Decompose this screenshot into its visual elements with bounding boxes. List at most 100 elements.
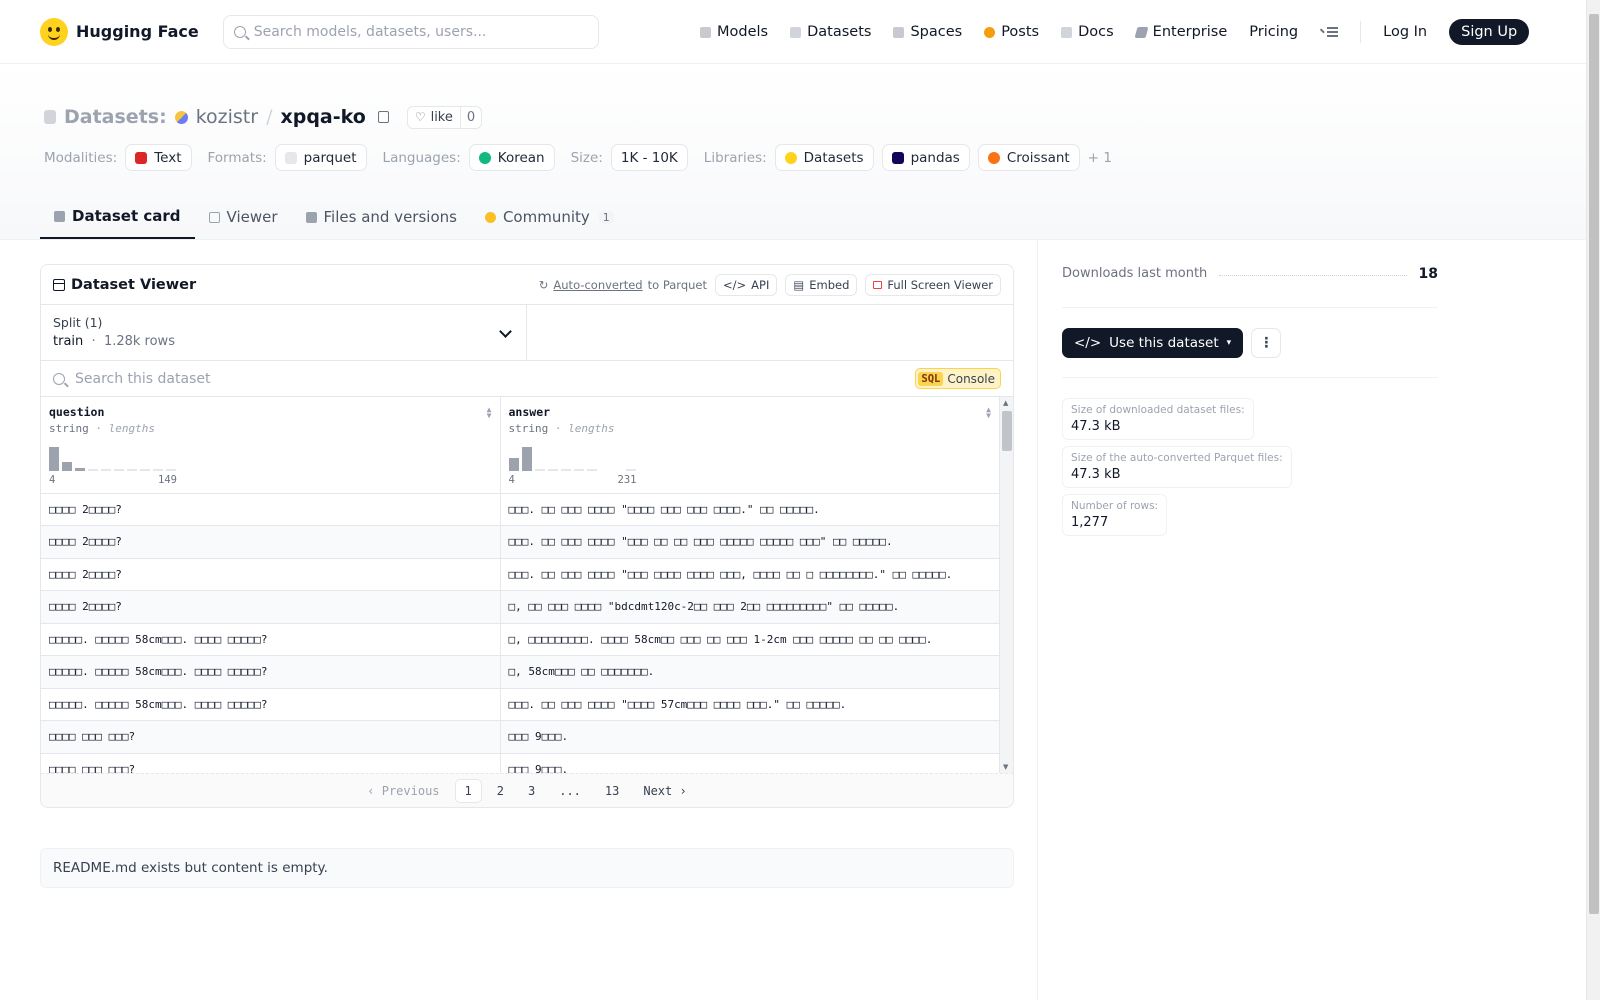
histogram-bar[interactable] [586, 469, 597, 471]
histogram-bar[interactable] [114, 469, 124, 471]
histogram-bar[interactable] [62, 462, 72, 471]
tag-pandas[interactable]: pandas [881, 144, 970, 171]
page-13-button[interactable]: 13 [596, 780, 628, 802]
tag-parquet[interactable]: parquet [274, 144, 367, 171]
table-cell[interactable]: □□□□□. □□□□□ 58cm□□□. □□□□ □□□□□? [41, 655, 500, 689]
histogram-bar[interactable] [625, 469, 636, 471]
histogram-bar[interactable] [534, 469, 545, 471]
histogram-bar[interactable] [49, 447, 59, 471]
more-options-icon[interactable]: ⋮ [1251, 327, 1282, 358]
table-cell[interactable]: □□□□□. □□□□□ 58cm□□□. □□□□ □□□□□? [41, 688, 500, 721]
scrollbar-thumb[interactable] [1002, 411, 1012, 451]
nav-models[interactable]: Models [700, 24, 768, 40]
page-2-button[interactable]: 2 [488, 780, 513, 802]
table-cell[interactable]: □□□□ 2□□□□? [41, 558, 500, 591]
owner-link[interactable]: kozistr [196, 106, 258, 128]
table-cell[interactable]: □□□. □□ □□□ □□□□ "□□□□ □□□ □□□ □□□□." □□… [499, 493, 999, 526]
column-header-question[interactable]: question string · lengths 4 149 ▲ ▼ [41, 397, 500, 494]
global-search-input[interactable] [253, 23, 574, 40]
api-button[interactable]: </> API [715, 273, 778, 296]
use-dataset-button[interactable]: </> Use this dataset ▾ [1062, 327, 1244, 358]
table-cell[interactable]: □, □□□□□□□□□. □□□□ 58cm□□ □□□ □□ □□□ 1-2… [499, 623, 999, 656]
table-row[interactable]: □□□□□. □□□□□ 58cm□□□. □□□□ □□□□□? □, □□□□… [41, 623, 999, 656]
histogram-bar[interactable] [75, 468, 85, 471]
column-header-answer[interactable]: answer string · lengths 4 231 ▲ ▼ [499, 397, 999, 494]
table-scrollbar[interactable]: ▲ ▼ [999, 397, 1013, 773]
next-page-button[interactable]: Next › [634, 780, 695, 802]
table-row[interactable]: □□□□ 2□□□□? □□□. □□ □□□ □□□□ "□□□ □□□□ □□… [41, 558, 999, 591]
table-row[interactable]: □□□□ 2□□□□? □□□. □□ □□□ □□□□ "□□□ □□ □□ □… [41, 525, 999, 559]
page-scrollbar[interactable] [1586, 0, 1600, 1000]
tag-text[interactable]: Text [125, 144, 192, 171]
table-cell[interactable]: □□□ 9□□□. [499, 720, 999, 754]
login-link[interactable]: Log In [1383, 24, 1427, 40]
page-scrollbar-thumb[interactable] [1589, 14, 1599, 914]
copy-icon[interactable] [377, 111, 389, 123]
nav-more-menu[interactable] [1320, 26, 1339, 38]
tag-size[interactable]: 1K - 10K [610, 144, 688, 171]
split-selector[interactable]: Split (1) train · 1.28k rows [41, 305, 527, 360]
scroll-down-icon[interactable]: ▼ [1003, 763, 1008, 771]
global-search[interactable] [222, 14, 599, 49]
previous-page-button[interactable]: ‹ Previous [358, 780, 448, 802]
table-cell[interactable]: □□□□ 2□□□□? [41, 590, 500, 624]
scroll-up-icon[interactable]: ▲ [1003, 399, 1008, 407]
like-button[interactable]: ♡ like 0 [406, 105, 483, 129]
table-cell[interactable]: □□□. □□ □□□ □□□□ "□□□ □□□□ □□□□ □□□, □□□… [499, 558, 999, 591]
histogram-bar[interactable] [101, 469, 111, 471]
tab-files[interactable]: Files and versions [292, 195, 471, 239]
auto-converted-link[interactable]: Auto-converted [553, 278, 642, 292]
sql-console-button[interactable]: SQL Console [915, 368, 1001, 389]
sort-icon[interactable]: ▲ ▼ [986, 406, 991, 420]
histogram-bar[interactable] [140, 469, 150, 471]
dataset-search-input[interactable] [75, 370, 875, 387]
histogram-bar[interactable] [153, 469, 163, 471]
histogram-bar[interactable] [127, 469, 137, 471]
histogram-bar[interactable] [88, 469, 98, 471]
nav-posts[interactable]: Posts [984, 24, 1039, 40]
histogram-bar[interactable] [547, 469, 558, 471]
table-row[interactable]: □□□□□. □□□□□ 58cm□□□. □□□□ □□□□□? □, 58cm… [41, 655, 999, 689]
table-row[interactable]: □□□□ □□□ □□□? □□□ 9□□□. [41, 753, 999, 773]
table-cell[interactable]: □□□. □□ □□□ □□□□ "□□□□ 57cm□□□ □□□□ □□□.… [499, 688, 999, 721]
histogram-bar[interactable] [560, 469, 571, 471]
table-row[interactable]: □□□□ 2□□□□? □, □□ □□□ □□□□ "bdcdmt120c-2□… [41, 590, 999, 624]
nav-datasets[interactable]: Datasets [790, 24, 871, 40]
nav-docs[interactable]: Docs [1061, 24, 1114, 40]
table-cell[interactable]: □□□□ □□□ □□□? [41, 753, 500, 773]
table-cell[interactable]: □□□□ 2□□□□? [41, 525, 500, 559]
table-row[interactable]: □□□□ □□□ □□□? □□□ 9□□□. [41, 720, 999, 754]
dataset-name[interactable]: xpqa-ko [280, 106, 365, 128]
embed-button[interactable]: ▤ Embed [785, 273, 858, 296]
datasets-crumb[interactable]: Datasets: [64, 106, 167, 128]
nav-enterprise[interactable]: Enterprise [1134, 24, 1227, 40]
tag-korean[interactable]: Korean [468, 144, 555, 171]
nav-spaces[interactable]: Spaces [893, 24, 962, 40]
nav-pricing[interactable]: Pricing [1249, 24, 1298, 40]
table-row[interactable]: □□□□ 2□□□□? □□□. □□ □□□ □□□□ "□□□□ □□□ □□… [41, 493, 999, 526]
tag-datasets-lib[interactable]: Datasets [774, 144, 874, 171]
fullscreen-button[interactable]: Full Screen Viewer [865, 273, 1001, 296]
tab-dataset-card[interactable]: Dataset card [40, 195, 195, 239]
histogram-bar[interactable] [573, 469, 584, 471]
histogram-bar[interactable] [521, 447, 532, 471]
table-cell[interactable]: □□□. □□ □□□ □□□□ "□□□ □□ □□ □□□ □□□□□ □□… [499, 525, 999, 559]
more-libraries[interactable]: + 1 [1088, 150, 1112, 166]
sort-icon[interactable]: ▲ ▼ [487, 406, 492, 420]
signup-button[interactable]: Sign Up [1449, 19, 1530, 45]
tag-croissant[interactable]: Croissant [977, 144, 1080, 171]
brand-logo[interactable]: Hugging Face [40, 17, 199, 46]
table-row[interactable]: □□□□□. □□□□□ 58cm□□□. □□□□ □□□□□? □□□. □□… [41, 688, 999, 721]
page-3-button[interactable]: 3 [519, 780, 544, 802]
histogram-bar[interactable] [599, 469, 610, 471]
table-cell[interactable]: □, □□ □□□ □□□□ "bdcdmt120c-2□□ □□□ 2□□ □… [499, 590, 999, 624]
table-cell[interactable]: □□□□□. □□□□□ 58cm□□□. □□□□ □□□□□? [41, 623, 500, 656]
tab-viewer[interactable]: Viewer [195, 195, 292, 239]
histogram-bar[interactable] [166, 469, 176, 471]
table-cell[interactable]: □, 58cm□□□ □□ □□□□□□□. [499, 655, 999, 689]
table-cell[interactable]: □□□□ 2□□□□? [41, 493, 500, 526]
table-cell[interactable]: □□□□ □□□ □□□? [41, 720, 500, 754]
tab-community[interactable]: Community 1 [471, 195, 628, 239]
page-1-button[interactable]: 1 [454, 778, 482, 803]
table-cell[interactable]: □□□ 9□□□. [499, 753, 999, 773]
